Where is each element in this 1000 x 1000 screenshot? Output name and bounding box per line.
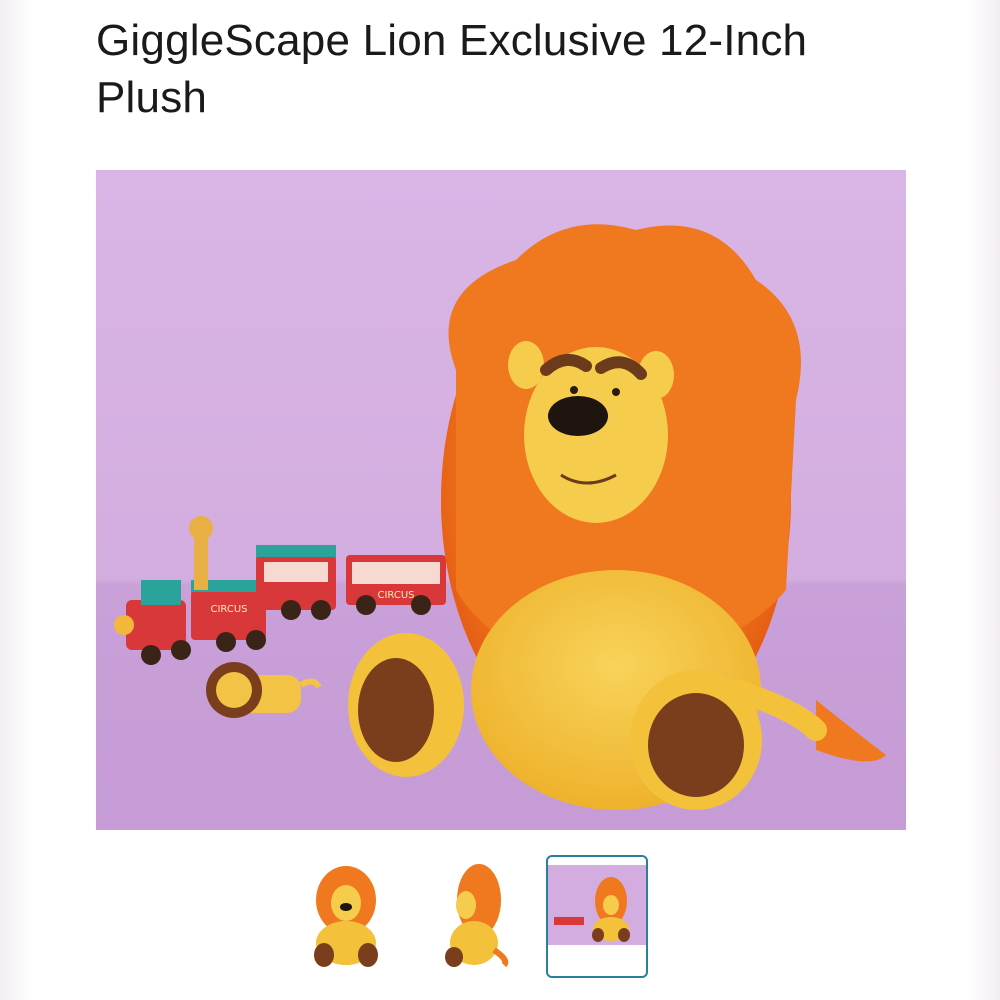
lion-side-thumbnail bbox=[445, 864, 509, 968]
lion-plush-scene: CIRCUS CIRCUS bbox=[96, 170, 906, 830]
thumbnail-1[interactable] bbox=[296, 855, 398, 978]
thumbnail-strip bbox=[296, 855, 656, 980]
lion-front-thumbnail bbox=[314, 866, 378, 967]
train-car-label: CIRCUS bbox=[210, 604, 247, 615]
product-title: GiggleScape Lion Exclusive 12-Inch Plush bbox=[96, 16, 808, 122]
thumbnail-2[interactable] bbox=[424, 855, 526, 978]
thumbnail-3-selected[interactable] bbox=[546, 855, 648, 978]
main-product-image[interactable]: CIRCUS CIRCUS bbox=[96, 170, 906, 830]
lion-scene-thumbnail bbox=[548, 865, 646, 945]
svg-text:CIRCUS: CIRCUS bbox=[377, 590, 414, 601]
